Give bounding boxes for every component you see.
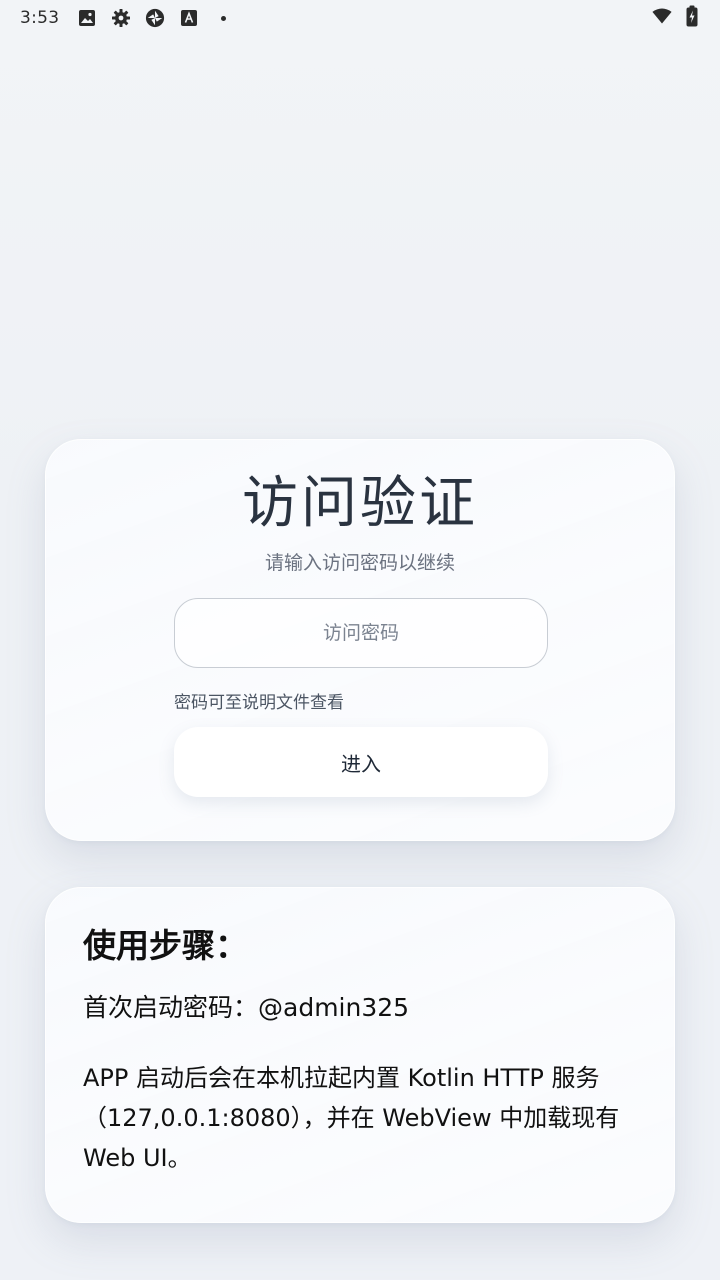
notification-dot-icon bbox=[213, 8, 233, 28]
a-badge-icon bbox=[179, 8, 199, 28]
settings-gear-icon bbox=[111, 8, 131, 28]
wifi-icon bbox=[652, 6, 672, 26]
status-system-icons bbox=[652, 5, 702, 27]
service-description: APP 启动后会在本机拉起内置 Kotlin HTTP 服务（127,0.0.1… bbox=[83, 1064, 620, 1172]
battery-charging-icon bbox=[682, 5, 702, 27]
access-verification-card: 访问验证 请输入访问密码以继续 密码可至说明文件查看 进入 bbox=[45, 439, 675, 841]
app-logo-icon bbox=[145, 8, 165, 28]
status-time: 3:53 bbox=[20, 8, 60, 28]
steps-heading: 使用步骤： bbox=[83, 926, 248, 965]
password-hint: 密码可至说明文件查看 bbox=[174, 693, 344, 713]
enter-button[interactable]: 进入 bbox=[174, 727, 548, 797]
status-bar: 3:53 bbox=[0, 0, 720, 36]
status-notification-icons bbox=[77, 8, 233, 28]
login-subtitle: 请输入访问密码以继续 bbox=[264, 552, 455, 574]
image-icon bbox=[77, 8, 97, 28]
usage-steps-card: 使用步骤： 首次启动密码：@admin325 APP 启动后会在本机拉起内置 K… bbox=[45, 887, 675, 1223]
first-launch-password: 首次启动密码：@admin325 bbox=[83, 993, 410, 1022]
page-title: 访问验证 bbox=[242, 471, 478, 536]
password-input[interactable] bbox=[174, 598, 548, 668]
